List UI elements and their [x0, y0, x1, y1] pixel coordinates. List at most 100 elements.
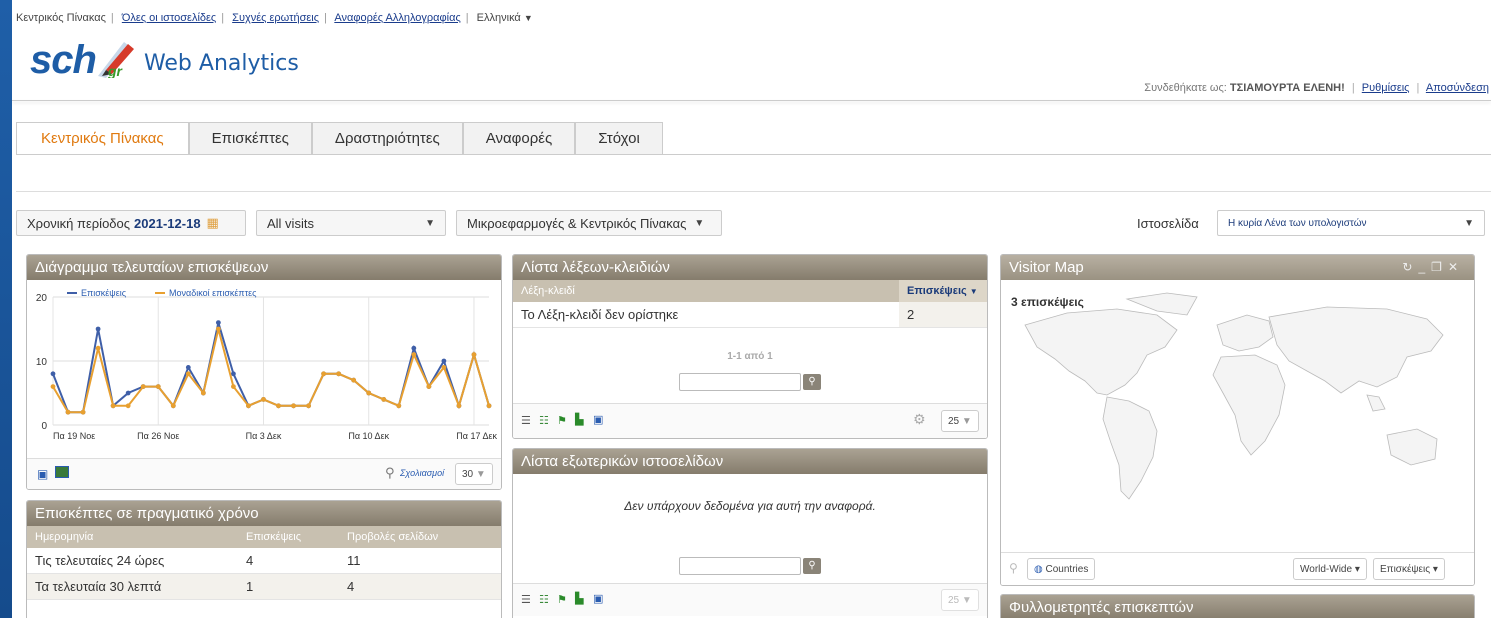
logo-product-text: Web Analytics — [143, 51, 299, 76]
tab-dashboard[interactable]: Κεντρικός Πίνακας — [16, 122, 189, 155]
search-input[interactable] — [679, 557, 801, 575]
map-region-select[interactable]: World-Wide ▾ — [1293, 558, 1367, 580]
header-divider — [12, 100, 1491, 101]
column-visits-sorted[interactable]: Επισκέψεις ▼ — [899, 280, 987, 302]
map-level-button[interactable]: ◍ Countries — [1027, 558, 1096, 580]
limit-selector[interactable]: 25 ▼ — [941, 410, 979, 432]
segment-selector[interactable]: All visits ▼ — [256, 210, 446, 236]
x-tick-label: Πα 17 Δεκ — [456, 431, 497, 441]
minimize-icon[interactable]: _ — [1418, 260, 1431, 274]
series-line — [52, 322, 490, 414]
settings-link[interactable]: Ρυθμίσεις — [1362, 82, 1410, 94]
search-input[interactable] — [679, 373, 801, 391]
data-point — [381, 397, 387, 402]
x-tick-label: Πα 26 Νοε — [137, 431, 179, 441]
legend-label: Επισκέψεις — [81, 288, 127, 298]
search-button[interactable]: ⚲ — [803, 374, 821, 390]
data-point — [441, 358, 447, 364]
close-icon[interactable]: ✕ — [1448, 260, 1464, 274]
data-point — [140, 384, 146, 389]
pagination-info: 1-1 από 1 — [727, 351, 773, 362]
logo[interactable]: sch gr Web Analytics — [30, 38, 299, 82]
top-link-dashboard[interactable]: Κεντρικός Πίνακας — [16, 12, 106, 24]
tab-actions[interactable]: Δραστηριότητες — [311, 122, 463, 155]
data-point — [486, 403, 492, 409]
svg-text:gr: gr — [107, 63, 124, 78]
search-button[interactable]: ⚲ — [803, 558, 821, 574]
zoom-out-icon[interactable]: ⚲ — [1009, 561, 1018, 575]
goals-flag-icon[interactable]: ⚑ — [557, 414, 567, 427]
tab-referrers[interactable]: Αναφορές — [462, 122, 576, 155]
period-label: Χρονική περίοδος — [27, 215, 131, 231]
y-tick-label: 10 — [36, 357, 48, 368]
submenu-divider — [16, 191, 1491, 192]
no-data-message: Δεν υπάρχουν δεδομένα για αυτή την αναφο… — [624, 499, 876, 513]
language-selector[interactable]: Ελληνικά ▼ — [477, 12, 533, 24]
column-pageviews[interactable]: Προβολές σελίδων — [339, 526, 501, 548]
logout-link[interactable]: Αποσύνδεση — [1426, 82, 1489, 94]
table-row[interactable]: Το Λέξη-κλειδί δεν ορίστηκε 2 — [513, 302, 987, 328]
data-point — [306, 403, 311, 409]
export-icon[interactable]: ▣ — [593, 592, 603, 605]
image-export-icon[interactable] — [55, 466, 69, 478]
logo-pencil-icon: gr — [97, 42, 134, 78]
limit-selector[interactable]: 30 ▼ — [455, 463, 493, 485]
column-keyword[interactable]: Λέξη-κλειδί — [513, 280, 899, 302]
data-point — [200, 390, 206, 396]
table-more-icon[interactable]: ☷ — [539, 414, 549, 427]
top-link-email-reports[interactable]: Αναφορές Αλληλογραφίας — [334, 12, 460, 24]
data-point — [215, 326, 221, 332]
table-view-icon[interactable]: ☰ — [521, 593, 531, 606]
data-point — [396, 403, 402, 409]
widget-title[interactable]: Φυλλομετρητές επισκεπτών — [1001, 595, 1474, 618]
data-point — [50, 371, 56, 377]
period-selector[interactable]: Χρονική περίοδος 2021-12-18 ▦ — [16, 210, 246, 236]
realtime-table: Ημερομηνία Επισκέψεις Προβολές σελίδων Τ… — [27, 526, 501, 600]
x-tick-label: Πα 10 Δεκ — [348, 431, 389, 441]
tab-visitors[interactable]: Επισκέπτες — [188, 122, 312, 155]
widget-controls: ↻_❐✕ — [1402, 255, 1464, 280]
table-more-icon[interactable]: ☷ — [539, 593, 549, 606]
data-point — [231, 384, 236, 389]
site-label: Ιστοσελίδα — [1137, 216, 1199, 231]
bar-chart-icon[interactable]: ▙ — [575, 592, 583, 605]
goals-flag-icon[interactable]: ⚑ — [557, 593, 567, 606]
gear-icon[interactable]: ⚙ — [913, 411, 926, 428]
refresh-icon[interactable]: ↻ — [1402, 260, 1418, 274]
annotations-link[interactable]: Σχολιασμοί — [400, 468, 444, 478]
y-tick-label: 0 — [41, 421, 47, 432]
data-point — [366, 390, 372, 396]
data-point — [110, 403, 116, 409]
widget-title[interactable]: Λίστα εξωτερικών ιστοσελίδων — [513, 449, 987, 474]
save-icon[interactable]: ▣ — [37, 467, 48, 481]
widgets-menu-button[interactable]: Μικροεφαρμογές & Κεντρικός Πίνακας ▼ — [456, 210, 722, 236]
export-icon[interactable]: ▣ — [593, 413, 603, 426]
data-point — [155, 384, 161, 389]
caret-down-icon: ▼ — [425, 217, 435, 229]
keywords-widget: Λίστα λέξεων-κλειδιών Λέξη-κλειδί Επισκέ… — [512, 254, 988, 439]
world-map[interactable] — [1007, 285, 1467, 535]
site-selector[interactable]: Η κυρία Λένα των υπολογιστών ▼ — [1217, 210, 1485, 236]
widget-footer: ☰ ☷ ⚑ ▙ ▣ ⚙ 25 ▼ — [513, 403, 987, 438]
tab-goals[interactable]: Στόχοι — [575, 122, 663, 155]
visits-line-chart: 0 10 20 Πα 19 Νοε Πα 26 Νοε Πα 3 Δεκ Πα 10 Δεκ… — [36, 288, 498, 441]
maximize-icon[interactable]: ❐ — [1431, 260, 1448, 274]
visits-overview-widget: Διάγραμμα τελευταίων επισκέψεων 0 10 20 Πα … — [26, 254, 502, 490]
top-link-all-sites[interactable]: Όλες οι ιστοσελίδες — [122, 12, 216, 24]
widget-title[interactable]: Διάγραμμα τελευταίων επισκέψεων — [27, 255, 501, 280]
map-metric-select[interactable]: Επισκέψεις ▾ — [1373, 558, 1445, 580]
x-tick-label: Πα 19 Νοε — [53, 431, 95, 441]
column-visits[interactable]: Επισκέψεις — [238, 526, 339, 548]
annotations-icon[interactable]: ⚲ — [385, 465, 395, 481]
logo-sch-text: sch — [30, 38, 97, 82]
top-link-faq[interactable]: Συχνές ερωτήσεις — [232, 12, 319, 24]
table-view-icon[interactable]: ☰ — [521, 414, 531, 427]
x-tick-label: Πα 3 Δεκ — [246, 431, 282, 441]
limit-selector[interactable]: 25 ▼ — [941, 589, 979, 611]
widget-title[interactable]: Λίστα λέξεων-κλειδιών — [513, 255, 987, 280]
search-box: ⚲ — [679, 557, 821, 575]
bar-chart-icon[interactable]: ▙ — [575, 413, 583, 426]
widget-title[interactable]: Visitor Map ↻_❐✕ — [1001, 255, 1474, 280]
column-date[interactable]: Ημερομηνία — [27, 526, 238, 548]
widget-title[interactable]: Επισκέπτες σε πραγματικό χρόνο — [27, 501, 501, 526]
